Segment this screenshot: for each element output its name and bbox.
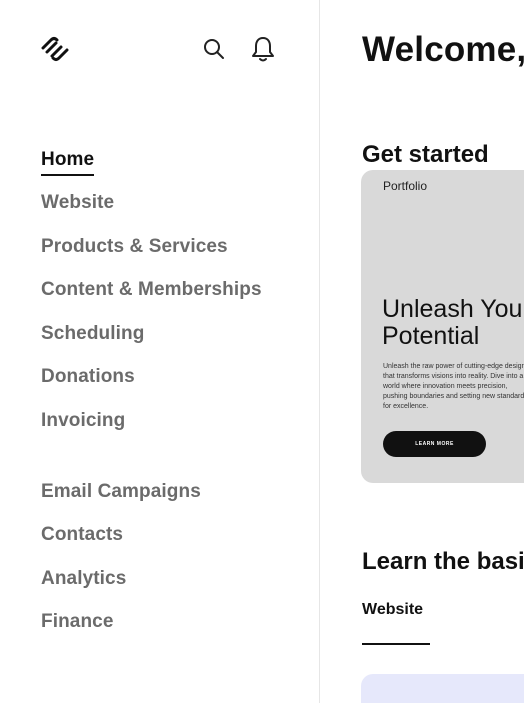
get-started-title: Get started bbox=[362, 141, 489, 168]
bell-icon[interactable] bbox=[250, 35, 276, 63]
squarespace-logo-icon[interactable] bbox=[40, 36, 70, 62]
main-content: Welcome, Get started Portfolio Unleash Y… bbox=[321, 0, 524, 703]
sidebar-item-home[interactable]: Home bbox=[41, 149, 95, 176]
sidebar-item-website[interactable]: Website bbox=[41, 192, 114, 214]
learn-more-button[interactable]: LEARN MORE bbox=[383, 431, 486, 457]
sidebar-item-email-campaigns[interactable]: Email Campaigns bbox=[41, 481, 201, 503]
tab-website[interactable]: Website bbox=[362, 601, 423, 619]
sidebar-item-contacts[interactable]: Contacts bbox=[41, 524, 123, 546]
basics-card[interactable] bbox=[361, 674, 524, 703]
sidebar-item-scheduling[interactable]: Scheduling bbox=[41, 323, 144, 345]
sidebar-item-finance[interactable]: Finance bbox=[41, 611, 114, 633]
card-body: Unleash the raw power of cutting-edge de… bbox=[383, 363, 524, 410]
sidebar-item-analytics[interactable]: Analytics bbox=[41, 568, 126, 590]
learn-basics-title: Learn the basics bbox=[362, 548, 524, 575]
sidebar-item-content-memberships[interactable]: Content & Memberships bbox=[41, 279, 262, 301]
page-title: Welcome, bbox=[362, 30, 524, 69]
template-card[interactable]: Portfolio Unleash Your Design Potential … bbox=[361, 170, 524, 483]
sidebar: Home Website Products & Services Content… bbox=[0, 0, 320, 703]
search-icon[interactable] bbox=[201, 35, 227, 63]
sidebar-item-invoicing[interactable]: Invoicing bbox=[41, 410, 125, 432]
sidebar-item-donations[interactable]: Donations bbox=[41, 366, 135, 388]
tab-active-indicator bbox=[362, 643, 430, 645]
card-headline: Unleash Your Design Potential bbox=[382, 295, 524, 350]
sidebar-item-products-services[interactable]: Products & Services bbox=[41, 236, 228, 258]
card-tag: Portfolio bbox=[383, 179, 428, 193]
